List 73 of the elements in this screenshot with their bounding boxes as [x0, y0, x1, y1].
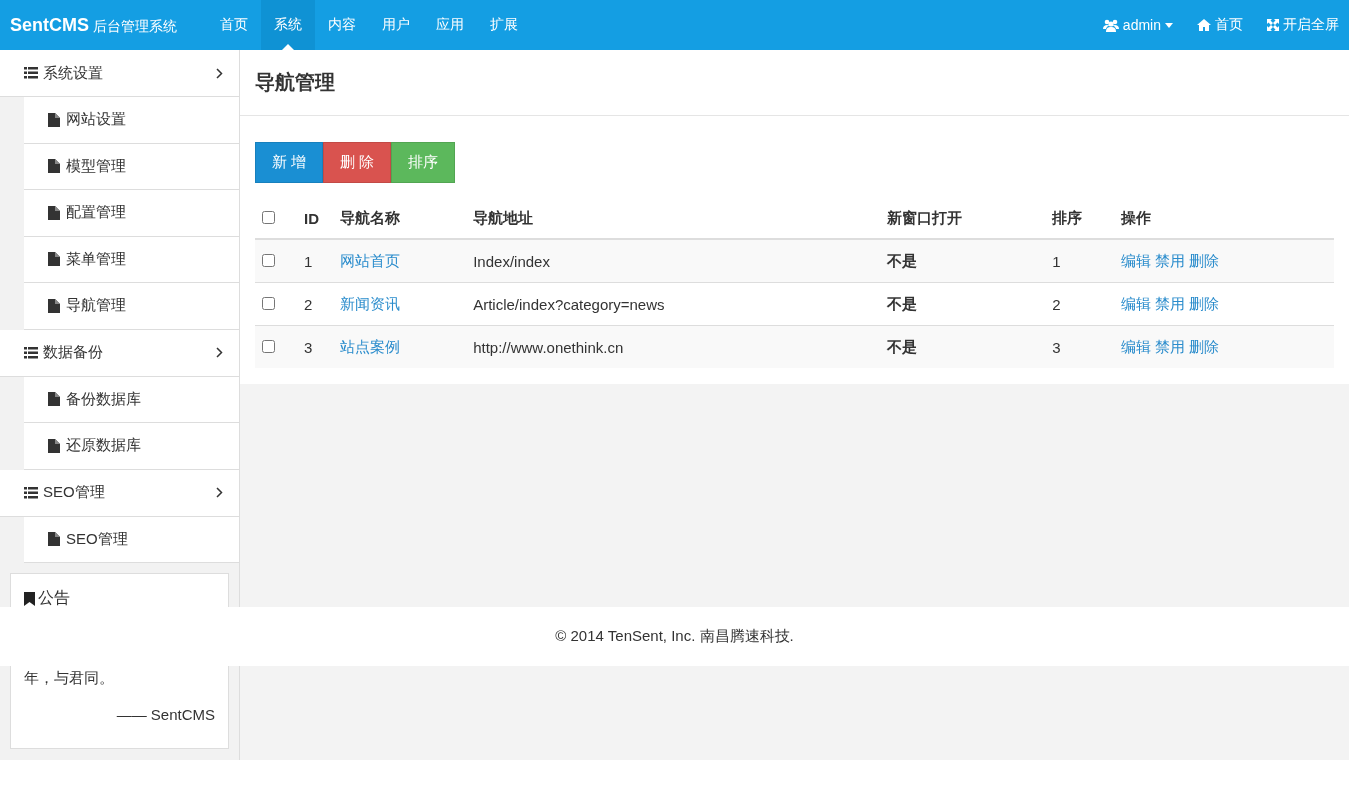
home-icon: [1197, 19, 1211, 31]
file-icon: [48, 438, 60, 453]
user-menu[interactable]: admin: [1122, 17, 1161, 33]
page-title: 导航管理: [240, 50, 1349, 116]
select-all-checkbox[interactable]: [262, 210, 275, 224]
row-checkbox[interactable]: [262, 339, 275, 353]
nav-name-link[interactable]: 网站首页: [340, 251, 401, 269]
sidebar-group-header[interactable]: 系统设置: [0, 50, 239, 97]
action-link[interactable]: 禁用: [1154, 251, 1185, 271]
nav-tab[interactable]: 用户: [369, 0, 423, 50]
row-checkbox[interactable]: [262, 296, 275, 310]
row-checkbox[interactable]: [262, 253, 275, 267]
notice-signature: —— SentCMS: [115, 706, 215, 723]
nav-tab[interactable]: 首页: [207, 0, 261, 50]
caret-down-icon: [1165, 22, 1173, 28]
table-cell: Index/index: [472, 239, 887, 283]
sidebar-item[interactable]: 配置管理: [24, 190, 239, 237]
notice-title: 公告: [38, 588, 70, 608]
sidebar-item[interactable]: 网站设置: [24, 97, 239, 144]
sidebar-item[interactable]: 菜单管理: [24, 236, 239, 283]
notice-text: 年，与君同。: [24, 669, 115, 688]
sidebar-item[interactable]: 备份数据库: [24, 376, 239, 423]
sidebar-group-header[interactable]: SEO管理: [0, 469, 239, 517]
action-button[interactable]: 排序: [391, 142, 456, 183]
sidebar-item[interactable]: 还原数据库: [24, 423, 239, 470]
sidebar-item[interactable]: SEO管理: [24, 516, 239, 563]
chevron-right-icon: [216, 487, 223, 498]
action-link[interactable]: 删除: [1188, 337, 1219, 357]
action-link[interactable]: 删除: [1188, 294, 1219, 314]
home-link[interactable]: 首页: [1215, 16, 1243, 34]
file-icon: [48, 532, 60, 547]
sidebar-group-header[interactable]: 数据备份: [0, 329, 239, 377]
list-icon: [24, 346, 38, 359]
nav-tab[interactable]: 扩展: [477, 0, 531, 50]
bookmark-icon: [24, 591, 35, 606]
nav-tab[interactable]: 系统: [261, 0, 315, 50]
list-icon: [24, 486, 38, 499]
action-button[interactable]: 删 除: [323, 142, 392, 183]
table-cell: http://www.onethink.cn: [472, 325, 887, 368]
action-button[interactable]: 新 增: [255, 142, 324, 183]
sidebar-item[interactable]: 导航管理: [24, 283, 239, 330]
nav-tab[interactable]: 应用: [423, 0, 477, 50]
nav-name-link[interactable]: 站点案例: [340, 337, 401, 355]
file-icon: [48, 252, 60, 267]
list-icon: [24, 67, 38, 79]
action-link[interactable]: 编辑: [1120, 294, 1151, 314]
file-icon: [48, 112, 60, 127]
table-cell: 1: [1051, 239, 1120, 283]
copyright-text: © 2014 TenSent, Inc. 南昌腾速科技.: [555, 627, 794, 646]
file-icon: [48, 205, 60, 220]
brand-name: SentCMS: [10, 14, 89, 36]
table-cell: 不是: [886, 325, 1052, 368]
file-icon: [48, 159, 60, 174]
file-icon: [48, 298, 60, 313]
table-cell: 3: [303, 325, 340, 368]
action-link[interactable]: 禁用: [1154, 337, 1185, 357]
action-link[interactable]: 编辑: [1120, 251, 1151, 271]
nav-name-link[interactable]: 新闻资讯: [340, 294, 401, 312]
chevron-right-icon: [216, 67, 223, 79]
nav-tab[interactable]: 内容: [315, 0, 369, 50]
fullscreen-link[interactable]: 开启全屏: [1283, 16, 1339, 34]
action-link[interactable]: 编辑: [1120, 337, 1151, 357]
sidebar-item[interactable]: 模型管理: [24, 143, 239, 190]
action-link[interactable]: 删除: [1188, 251, 1219, 271]
action-link[interactable]: 禁用: [1154, 294, 1185, 314]
chevron-right-icon: [216, 347, 223, 358]
file-icon: [48, 392, 60, 407]
expand-icon: [1267, 19, 1279, 31]
table-cell: 不是: [886, 239, 1052, 283]
brand-subtitle: 后台管理系统: [93, 17, 177, 36]
users-icon: [1102, 18, 1119, 32]
table-cell: 3: [1051, 325, 1120, 368]
table-cell: 1: [303, 239, 340, 283]
